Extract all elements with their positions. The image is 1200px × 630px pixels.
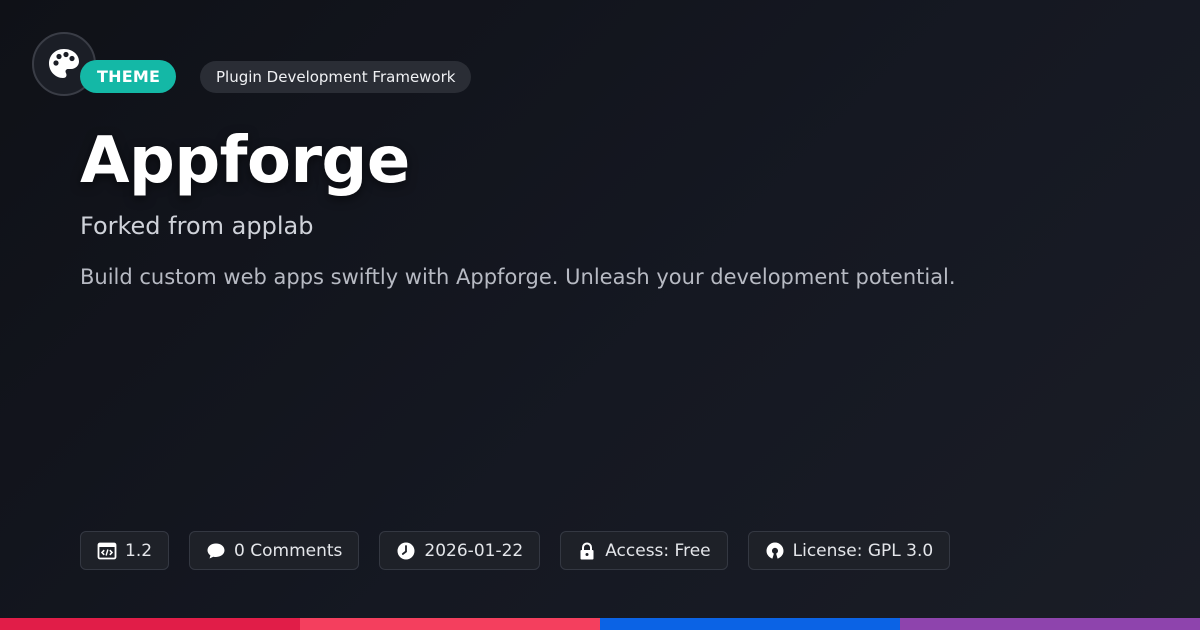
date-value: 2026-01-22: [424, 540, 524, 561]
code-window-icon: [97, 541, 117, 561]
meta-row: 1.2 0 Comments 2026-01-22 Access: Free L…: [80, 531, 951, 570]
access-value: Access: Free: [605, 540, 711, 561]
stripe-purple: [900, 618, 1200, 630]
clock-icon: [396, 541, 416, 561]
type-badge: THEME: [80, 60, 177, 93]
open-source-icon: [765, 541, 785, 561]
comments-pill[interactable]: 0 Comments: [189, 531, 360, 570]
color-stripe-bar: [0, 618, 1200, 630]
stripe-blue: [600, 618, 900, 630]
license-pill: License: GPL 3.0: [747, 531, 951, 570]
stripe-crimson: [0, 618, 300, 630]
date-pill: 2026-01-22: [379, 531, 541, 570]
description: Build custom web apps swiftly with Appfo…: [80, 265, 956, 289]
version-pill: 1.2: [80, 531, 170, 570]
page-title: Appforge: [80, 124, 410, 198]
palette-icon: [49, 49, 79, 78]
forked-from-subtitle: Forked from applab: [80, 212, 314, 240]
speech-bubble-icon: [206, 541, 226, 561]
category-pill[interactable]: Plugin Development Framework: [200, 61, 472, 93]
license-value: License: GPL 3.0: [792, 540, 934, 561]
access-pill: Access: Free: [560, 531, 728, 570]
lock-icon: [577, 541, 597, 561]
comments-value: 0 Comments: [234, 540, 343, 561]
version-value: 1.2: [125, 540, 153, 561]
stripe-pink: [300, 618, 600, 630]
